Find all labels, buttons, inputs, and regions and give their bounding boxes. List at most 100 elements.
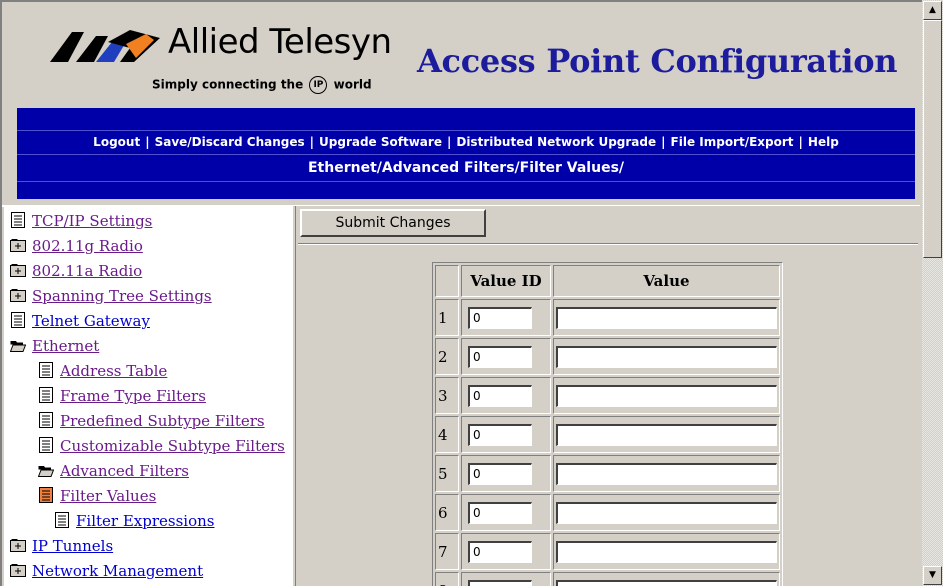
tree-item-filter-expressions[interactable]: Filter Expressions (54, 512, 215, 534)
tree-item-filter-values[interactable]: Filter Values (38, 487, 156, 509)
tree-label[interactable]: 802.11a Radio (32, 262, 142, 280)
row-number: 1 (435, 299, 459, 336)
value-id-cell: 0 (461, 572, 551, 586)
value-id-header: Value ID (461, 265, 551, 297)
folder-open-icon (38, 466, 54, 477)
tree-label[interactable]: Customizable Subtype Filters (60, 437, 285, 455)
nav-separator: | (798, 135, 803, 149)
tree-label[interactable]: IP Tunnels (32, 537, 113, 555)
tree-item-network-management[interactable]: Network Management (10, 562, 203, 584)
document-icon (11, 212, 25, 228)
folder-closed-icon (10, 564, 26, 577)
tagline-post: world (333, 77, 372, 92)
nav-save-discard[interactable]: Save/Discard Changes (155, 135, 305, 149)
page-title: Access Point Configuration (417, 42, 898, 80)
nav-file-import-export[interactable]: File Import/Export (671, 135, 794, 149)
tree-label[interactable]: Address Table (60, 362, 167, 380)
tree-item-telnet-gateway[interactable]: Telnet Gateway (10, 312, 150, 334)
brand-name: Allied Telesyn (168, 22, 392, 62)
tree-item-80211a[interactable]: 802.11a Radio (10, 262, 142, 284)
tree-item-tcpip[interactable]: TCP/IP Settings (10, 212, 152, 234)
nav-bar: Logout | Save/Discard Changes | Upgrade Soft… (17, 108, 915, 199)
row-num-header (435, 265, 459, 297)
value-id-input[interactable]: 0 (468, 579, 532, 586)
submit-changes-button[interactable]: Submit Changes (300, 209, 486, 237)
tagline-pre: Simply connecting the (152, 77, 304, 92)
table-header-row: Value ID Value (435, 265, 780, 297)
filter-values-table: Value ID Value 1 0 2 0 3 0 4 0 5 0 6 0 7… (432, 262, 783, 586)
value-input[interactable] (556, 579, 777, 586)
scroll-thumb[interactable] (923, 20, 942, 258)
tree-label[interactable]: Spanning Tree Settings (32, 287, 212, 305)
tree-label[interactable]: Network Management (32, 562, 203, 580)
value-input[interactable] (556, 462, 777, 485)
allied-telesyn-logo-icon (50, 30, 160, 62)
value-id-input[interactable]: 0 (468, 345, 532, 368)
tree-label[interactable]: 802.11g Radio (32, 237, 143, 255)
document-icon (39, 387, 53, 403)
tree-item-spanning-tree[interactable]: Spanning Tree Settings (10, 287, 212, 309)
document-icon (39, 362, 53, 378)
value-input[interactable] (556, 540, 777, 563)
tree-item-advanced-filters[interactable]: Advanced Filters (38, 462, 189, 484)
value-input[interactable] (556, 384, 777, 407)
ip-badge-icon: IP (309, 76, 328, 94)
value-id-input[interactable]: 0 (468, 462, 532, 485)
breadcrumb: Ethernet/Advanced Filters/Filter Values/ (17, 154, 915, 182)
document-icon (55, 512, 69, 528)
nav-upgrade-software[interactable]: Upgrade Software (319, 135, 442, 149)
nav-separator: | (446, 135, 452, 149)
tree-item-80211g[interactable]: 802.11g Radio (10, 237, 143, 259)
table-row: 7 0 (435, 533, 780, 570)
tree-item-predefined-subtype[interactable]: Predefined Subtype Filters (38, 412, 265, 434)
table-row: 1 0 (435, 299, 780, 336)
value-input[interactable] (556, 501, 777, 524)
tree-label[interactable]: Filter Expressions (76, 512, 215, 530)
scroll-down-icon[interactable]: ▼ (923, 566, 942, 585)
value-input[interactable] (556, 306, 777, 329)
tree-label[interactable]: Filter Values (60, 487, 156, 505)
value-header: Value (553, 265, 780, 297)
value-id-input[interactable]: 0 (468, 423, 532, 446)
row-number: 4 (435, 416, 459, 453)
tree-item-frame-type-filters[interactable]: Frame Type Filters (38, 387, 206, 409)
content-frame: Submit Changes Value ID Value 1 0 2 0 3 (296, 206, 920, 586)
document-icon (11, 312, 25, 328)
document-icon (39, 412, 53, 428)
value-id-input[interactable]: 0 (468, 384, 532, 407)
value-cell (553, 533, 780, 570)
value-input[interactable] (556, 345, 777, 368)
tree-item-address-table[interactable]: Address Table (38, 362, 167, 384)
tree-item-ethernet[interactable]: Ethernet (10, 337, 99, 359)
value-input[interactable] (556, 423, 777, 446)
value-cell (553, 572, 780, 586)
value-id-input[interactable]: 0 (468, 540, 532, 563)
tree-label[interactable]: Telnet Gateway (32, 312, 150, 330)
tree-label[interactable]: Frame Type Filters (60, 387, 206, 405)
tree-label[interactable]: Advanced Filters (60, 462, 189, 480)
tree-label[interactable]: Ethernet (32, 337, 99, 355)
vertical-scrollbar[interactable]: ▲ ▼ (922, 0, 943, 586)
folder-closed-icon (10, 539, 26, 552)
row-number: 8 (435, 572, 459, 586)
value-id-input[interactable]: 0 (468, 501, 532, 524)
divider (298, 243, 918, 245)
document-icon (39, 437, 53, 453)
scroll-up-icon[interactable]: ▲ (923, 1, 942, 20)
tree-item-ip-tunnels[interactable]: IP Tunnels (10, 537, 113, 559)
value-cell (553, 377, 780, 414)
nav-help[interactable]: Help (808, 135, 839, 149)
nav-logout[interactable]: Logout (93, 135, 140, 149)
value-id-input[interactable]: 0 (468, 306, 532, 329)
folder-closed-icon (10, 264, 26, 277)
folder-closed-icon (10, 289, 26, 302)
table-row: 8 0 (435, 572, 780, 586)
nav-distributed-upgrade[interactable]: Distributed Network Upgrade (456, 135, 656, 149)
table-row: 4 0 (435, 416, 780, 453)
value-id-cell: 0 (461, 377, 551, 414)
tree-label[interactable]: TCP/IP Settings (32, 212, 152, 230)
tree-label[interactable]: Predefined Subtype Filters (60, 412, 265, 430)
row-number: 2 (435, 338, 459, 375)
tree-item-customizable-subtype[interactable]: Customizable Subtype Filters (38, 437, 285, 459)
value-id-cell: 0 (461, 338, 551, 375)
